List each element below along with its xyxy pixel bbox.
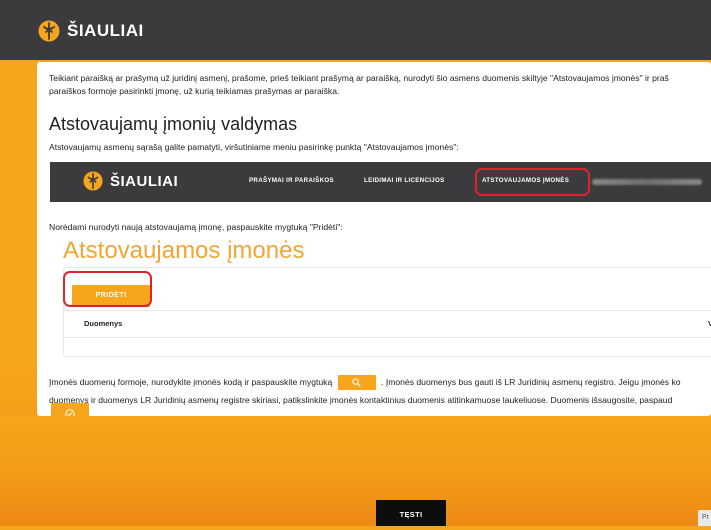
menu-hint-text: Atstovaujamų asmenų sąrašą galite pamaty… bbox=[49, 142, 459, 152]
instructions-part-1: Įmonės duomenų formoje, nurodykite įmonė… bbox=[49, 377, 333, 387]
instructions-part-2: . Įmonės duomenys bus gauti iš LR Juridi… bbox=[381, 377, 681, 387]
illustration-brand: ŠIAULIAI bbox=[110, 172, 179, 190]
corner-button[interactable]: Pr bbox=[698, 510, 711, 526]
illustration-logo: ŠIAULIAI bbox=[83, 171, 178, 191]
instructions-line-1: Įmonės duomenų formoje, nurodykite įmonė… bbox=[49, 373, 711, 391]
instructions-line-2: duomenys ir duomenys LR Juridinių asmenų… bbox=[49, 395, 673, 405]
companies-table-header: Duomenys V bbox=[63, 310, 711, 338]
footer-area bbox=[0, 416, 711, 526]
search-icon bbox=[352, 378, 361, 387]
content-card: Teikiant paraišką ar prašymą už juridinį… bbox=[37, 62, 711, 416]
brand-name: ŠIAULIAI bbox=[67, 21, 144, 40]
search-button-example[interactable] bbox=[337, 375, 376, 391]
save-button-example[interactable] bbox=[51, 403, 89, 416]
column-header-data[interactable]: Duomenys bbox=[84, 319, 122, 328]
menu-item-highlight bbox=[475, 168, 590, 196]
check-circle-icon bbox=[65, 409, 75, 416]
add-button-highlight bbox=[63, 271, 152, 307]
continue-button[interactable]: TĘSTI bbox=[376, 500, 446, 526]
instructions-text: Įmonės duomenų formoje, nurodykite įmonė… bbox=[49, 373, 711, 409]
logo-icon bbox=[38, 20, 60, 42]
add-hint-text: Norėdami nurodyti naują atstovaujamą įmo… bbox=[49, 222, 343, 232]
companies-title: Atstovaujamos įmonės bbox=[63, 237, 305, 264]
intro-line-1: Teikiant paraišką ar prašymą už juridinį… bbox=[49, 73, 669, 83]
illustration-menu-item-requests: PRAŠYMAI IR PARAIŠKOS bbox=[249, 177, 334, 184]
menu-illustration: ŠIAULIAI PRAŠYMAI IR PARAIŠKOS LEIDIMAI … bbox=[50, 162, 711, 202]
intro-line-2: paraiškos formoje pasirinkti įmonę, už k… bbox=[49, 86, 340, 96]
illustration-blurred-item bbox=[592, 179, 702, 185]
logo-icon bbox=[83, 171, 103, 191]
site-logo[interactable]: ŠIAULIAI bbox=[38, 20, 144, 42]
intro-text: Teikiant paraišką ar prašymą už juridinį… bbox=[49, 72, 711, 98]
top-header: ŠIAULIAI bbox=[0, 0, 711, 60]
illustration-menu-item-permits: LEIDIMAI IR LICENCIJOS bbox=[364, 177, 445, 184]
page-title: Atstovaujamų įmonių valdymas bbox=[49, 114, 298, 134]
